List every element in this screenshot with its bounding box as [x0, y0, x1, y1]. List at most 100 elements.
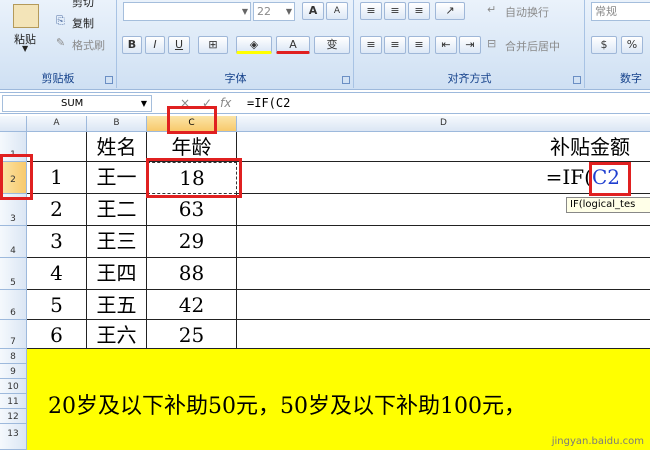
- cut-button[interactable]: 剪切: [72, 0, 94, 10]
- align-left-icon: ≡: [366, 38, 376, 51]
- align-bottom-button[interactable]: ≡: [408, 2, 430, 20]
- cell-c5[interactable]: 88: [147, 258, 237, 290]
- column-header-b[interactable]: B: [87, 116, 147, 132]
- row-header-13[interactable]: 13: [0, 424, 27, 450]
- row-header-5[interactable]: 5: [0, 258, 27, 290]
- name-box-dropdown-icon[interactable]: ▼: [141, 96, 147, 111]
- row-header-6[interactable]: 6: [0, 290, 27, 320]
- format-painter-button[interactable]: 格式刷: [72, 37, 105, 53]
- column-header-a[interactable]: A: [27, 116, 87, 132]
- cell-c6[interactable]: 42: [147, 290, 237, 320]
- annotation-cell-c2: [146, 158, 242, 198]
- align-right-icon: ≡: [414, 38, 424, 51]
- percent-button[interactable]: %: [621, 36, 643, 54]
- align-top-button[interactable]: ≡: [360, 2, 382, 20]
- row-number: 8: [10, 352, 16, 362]
- insert-function-icon[interactable]: fx: [220, 96, 231, 110]
- phonetic-button[interactable]: 变: [314, 36, 350, 54]
- row-header-12[interactable]: 12: [0, 409, 27, 424]
- italic-button[interactable]: I: [145, 36, 165, 54]
- paste-dropdown-icon[interactable]: ▼: [22, 44, 28, 53]
- font-name-combo[interactable]: ▼: [123, 2, 251, 21]
- align-middle-button[interactable]: ≡: [384, 2, 406, 20]
- cell-d1[interactable]: 补贴金额: [237, 132, 650, 162]
- row-header-4[interactable]: 4: [0, 226, 27, 258]
- row-header-11[interactable]: 11: [0, 394, 27, 409]
- font-launcher-icon[interactable]: [342, 76, 350, 84]
- cell-b2[interactable]: 王一: [87, 162, 147, 194]
- bold-button[interactable]: B: [122, 36, 142, 54]
- cell-d2-edit-prefix: =IF(: [545, 165, 592, 189]
- row-number: 6: [10, 308, 16, 318]
- cell-a6[interactable]: 5: [27, 290, 87, 320]
- cell-a1[interactable]: [27, 132, 87, 162]
- shrink-font-button[interactable]: A: [326, 2, 348, 20]
- cell-a3[interactable]: 2: [27, 194, 87, 226]
- border-icon: ⊞: [208, 38, 218, 51]
- name-box[interactable]: SUM ▼: [2, 95, 152, 112]
- row-header-7[interactable]: 7: [0, 320, 27, 349]
- fill-icon: ◈: [249, 38, 259, 51]
- cell-b3[interactable]: 王二: [87, 194, 147, 226]
- row-number: 7: [10, 337, 16, 347]
- cell-d6[interactable]: [237, 290, 650, 320]
- font-size-combo[interactable]: 22 ▼: [253, 2, 295, 21]
- cell-a7[interactable]: 6: [27, 320, 87, 349]
- cell-d4[interactable]: [237, 226, 650, 258]
- cell-b1[interactable]: 姓名: [87, 132, 147, 162]
- cell-a4[interactable]: 3: [27, 226, 87, 258]
- orientation-icon: ↗: [445, 4, 455, 17]
- font-size-value: 22: [257, 5, 271, 18]
- row-number: 10: [7, 382, 19, 392]
- clipboard-launcher-icon[interactable]: [105, 76, 113, 84]
- orientation-button[interactable]: ↗: [435, 2, 465, 20]
- annotation-row-2: [0, 154, 33, 200]
- row-header-9[interactable]: 9: [0, 364, 27, 379]
- annotation-column-c: [167, 106, 217, 134]
- increase-indent-button[interactable]: ⇥: [459, 36, 481, 54]
- cell-b5[interactable]: 王四: [87, 258, 147, 290]
- cell-c3[interactable]: 63: [147, 194, 237, 226]
- cell-a5[interactable]: 4: [27, 258, 87, 290]
- clipboard-group-label: 剪贴板: [41, 72, 75, 85]
- cell-c4[interactable]: 29: [147, 226, 237, 258]
- number-format-combo[interactable]: 常规: [591, 2, 650, 21]
- row-header-10[interactable]: 10: [0, 379, 27, 394]
- align-center-icon: ≡: [390, 38, 400, 51]
- cell-c7[interactable]: 25: [147, 320, 237, 349]
- row-header-8[interactable]: 8: [0, 349, 27, 364]
- font-group-label: 字体: [224, 72, 247, 85]
- currency-button[interactable]: $: [591, 36, 617, 54]
- copy-button[interactable]: 复制: [72, 15, 94, 31]
- column-header-d[interactable]: D: [237, 116, 650, 132]
- wrap-text-button[interactable]: 自动换行: [505, 4, 549, 20]
- format-painter-icon: ✎: [56, 36, 66, 49]
- fill-color-button[interactable]: ◈: [236, 36, 272, 54]
- annotation-reference-c2: [589, 162, 631, 196]
- align-middle-icon: ≡: [390, 4, 400, 17]
- font-color-button[interactable]: A: [276, 36, 310, 54]
- subsidy-rule-note: 20岁及以下补助50元，50岁及以下补助100元，: [48, 394, 526, 419]
- cell-d5[interactable]: [237, 258, 650, 290]
- cell-b6[interactable]: 王五: [87, 290, 147, 320]
- align-center-button[interactable]: ≡: [384, 36, 406, 54]
- formula-input[interactable]: =IF(C2: [247, 96, 290, 110]
- select-all-corner[interactable]: [0, 116, 27, 132]
- underline-button[interactable]: U: [168, 36, 190, 54]
- alignment-launcher-icon[interactable]: [573, 76, 581, 84]
- paste-icon[interactable]: [13, 4, 39, 28]
- decrease-indent-button[interactable]: ⇤: [435, 36, 457, 54]
- function-argument-tooltip[interactable]: IF(logical_tes: [566, 197, 650, 213]
- number-format-value: 常规: [595, 5, 617, 18]
- align-top-icon: ≡: [366, 4, 376, 17]
- increase-indent-icon: ⇥: [465, 38, 475, 51]
- align-left-button[interactable]: ≡: [360, 36, 382, 54]
- cell-d7[interactable]: [237, 320, 650, 349]
- cell-b4[interactable]: 王三: [87, 226, 147, 258]
- align-right-button[interactable]: ≡: [408, 36, 430, 54]
- cell-b7[interactable]: 王六: [87, 320, 147, 349]
- cell-a2[interactable]: 1: [27, 162, 87, 194]
- grow-font-button[interactable]: A: [302, 2, 324, 20]
- merge-center-button[interactable]: 合并后居中: [505, 38, 560, 54]
- border-button[interactable]: ⊞: [198, 36, 228, 54]
